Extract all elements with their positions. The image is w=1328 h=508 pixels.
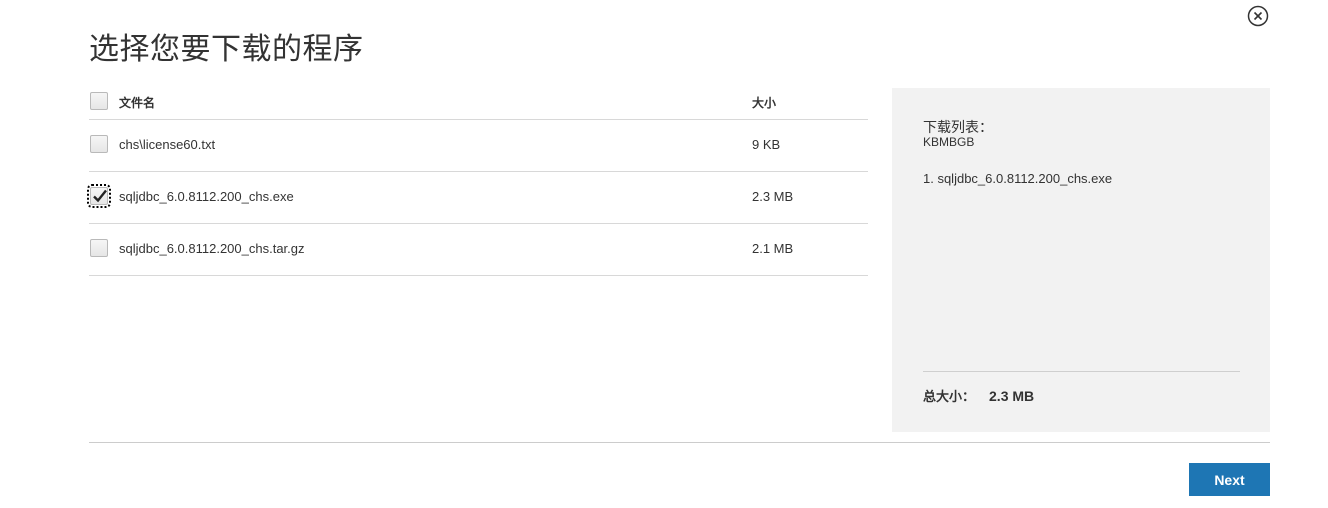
download-dialog: 选择您要下载的程序 文件名 大小 chs\license60.txt 9 KB … [0, 0, 1328, 508]
next-button[interactable]: Next [1189, 463, 1270, 496]
dialog-title: 选择您要下载的程序 [89, 33, 364, 66]
download-list: 1. sqljdbc_6.0.8112.200_chs.exe [923, 171, 1112, 186]
close-icon [1247, 5, 1269, 27]
footer-divider [89, 442, 1270, 443]
file-name: sqljdbc_6.0.8112.200_chs.tar.gz [119, 241, 305, 256]
table-row[interactable]: sqljdbc_6.0.8112.200_chs.tar.gz 2.1 MB [89, 224, 868, 276]
file-checkbox[interactable] [90, 239, 108, 257]
download-list-title: 下载列表： [923, 119, 993, 135]
panel-divider [923, 371, 1240, 372]
file-name: sqljdbc_6.0.8112.200_chs.exe [119, 189, 294, 204]
file-name: chs\license60.txt [119, 137, 216, 152]
total-size-label: 总大小： [923, 389, 976, 404]
download-list-units: KBMBGB [923, 135, 975, 149]
table-row[interactable]: sqljdbc_6.0.8112.200_chs.exe 2.3 MB [87, 172, 868, 224]
select-all-checkbox[interactable] [90, 92, 108, 110]
list-item: 1. sqljdbc_6.0.8112.200_chs.exe [923, 171, 1113, 186]
download-summary-panel: 下载列表： KBMBGB 1. sqljdbc_6.0.8112.200_chs… [892, 88, 1270, 432]
file-size: 9 KB [752, 137, 781, 152]
table-row[interactable]: chs\license60.txt 9 KB [89, 120, 868, 172]
file-checkbox[interactable] [87, 184, 111, 208]
file-size: 2.1 MB [752, 241, 794, 256]
total-size-value: 2.3 MB [989, 388, 1035, 404]
total-size: 总大小： 2.3 MB [923, 386, 1034, 405]
close-button[interactable] [1247, 5, 1269, 27]
file-table: 文件名 大小 chs\license60.txt 9 KB sqljdbc_6.… [87, 80, 868, 276]
file-checkbox[interactable] [90, 135, 108, 153]
column-header-name: 文件名 [119, 96, 156, 110]
file-size: 2.3 MB [752, 189, 794, 204]
column-header-size: 大小 [752, 96, 777, 110]
checkmark-icon [93, 189, 107, 203]
table-header: 文件名 大小 [89, 80, 868, 120]
